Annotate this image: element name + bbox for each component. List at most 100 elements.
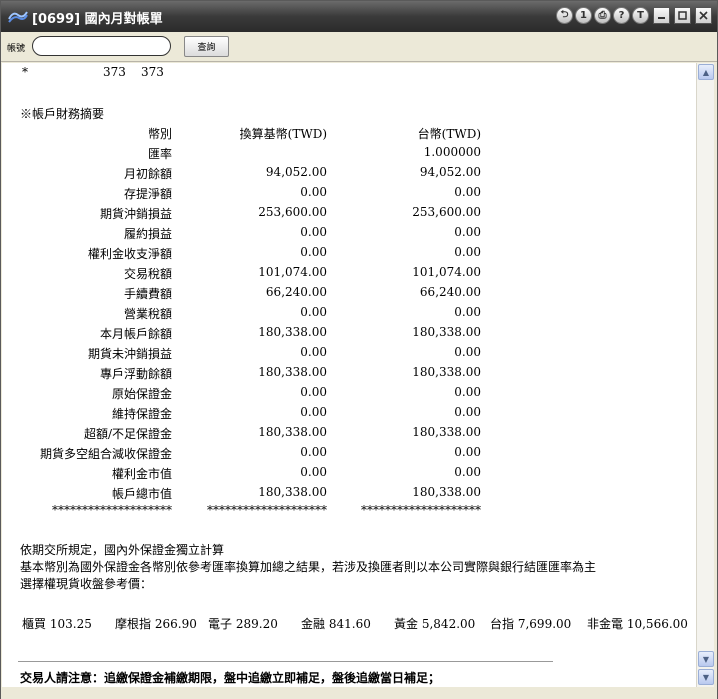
- query-button[interactable]: 查詢: [184, 36, 229, 57]
- summary-separator: ********************: [52, 503, 172, 517]
- scroll-down-arrow-icon[interactable]: ▼: [698, 651, 714, 667]
- summary-row-col1: 0.00: [300, 305, 327, 319]
- summary-row-label: 交易稅額: [123, 267, 172, 281]
- minimize-icon: [658, 17, 665, 19]
- print-icon[interactable]: ⎙: [594, 7, 611, 24]
- top-row-value-2: 373: [141, 65, 164, 79]
- summary-row-col2: 180,338.00: [412, 325, 481, 339]
- summary-row-col1: 0.00: [300, 345, 327, 359]
- summary-row-label: 帳戶總市值: [111, 487, 172, 501]
- close-button[interactable]: [695, 7, 712, 24]
- summary-row-label: 存提淨額: [123, 187, 172, 201]
- summary-row-col1: 180,338.00: [258, 425, 327, 439]
- statement-content[interactable]: * 373 373 ※帳戶財務摘要 幣別 換算基幣(TWD) 台幣(TWD) 匯率 1.…: [2, 63, 696, 687]
- reference-price-value: 10,566.00: [626, 617, 688, 631]
- window-title: [0699] 國內月對帳單: [32, 12, 163, 27]
- summary-header-label: 幣別: [147, 127, 172, 141]
- account-input[interactable]: [32, 36, 171, 56]
- reference-price-item: 非金電 10,566.00: [587, 615, 688, 632]
- summary-header-col1: 換算基幣(TWD): [239, 127, 327, 141]
- summary-row-col2: 0.00: [454, 245, 481, 259]
- summary-row-col2: 0.00: [454, 225, 481, 239]
- reference-price-name: 黃金: [394, 617, 419, 631]
- reference-price-value: 5,842.00: [421, 617, 476, 631]
- summary-row-label: 原始保證金: [111, 387, 172, 401]
- scroll-down-end-icon[interactable]: ▼: [698, 669, 714, 685]
- reference-price-value: 7,699.00: [517, 617, 572, 631]
- maximize-button[interactable]: [674, 7, 691, 24]
- summary-row-col2: 1.000000: [423, 145, 481, 159]
- summary-row-col2: 180,338.00: [412, 425, 481, 439]
- summary-header-col2: 台幣(TWD): [417, 127, 481, 141]
- scroll-up-arrow-icon[interactable]: ▲: [698, 64, 714, 80]
- reference-price-name: 非金電: [587, 617, 624, 631]
- summary-row-col2: 0.00: [454, 345, 481, 359]
- summary-row-label: 手續費額: [123, 287, 172, 301]
- summary-row-col1: 180,338.00: [258, 485, 327, 499]
- reference-price-item: 摩根指 266.90: [115, 615, 197, 632]
- minimize-button[interactable]: [653, 7, 670, 24]
- summary-row-label: 維持保證金: [111, 407, 172, 421]
- maximize-icon: [678, 11, 687, 20]
- summary-row-col1: 0.00: [300, 225, 327, 239]
- summary-row-col1: 94,052.00: [265, 165, 327, 179]
- help-icon[interactable]: ?: [613, 7, 630, 24]
- reference-price-name: 櫃買: [22, 617, 47, 631]
- summary-row-col1: 0.00: [300, 185, 327, 199]
- vertical-scrollbar[interactable]: ▲ ▼ ▼: [696, 63, 714, 687]
- account-label: 帳號: [7, 44, 26, 54]
- summary-row-label: 匯率: [147, 147, 172, 161]
- summary-row-col2: 0.00: [454, 405, 481, 419]
- toolbar: 帳號 查詢: [1, 32, 717, 62]
- reference-price-item: 台指 7,699.00: [490, 615, 571, 632]
- title-bar[interactable]: [0699] 國內月對帳單 ⮌ 1 ⎙ ? T: [1, 1, 717, 32]
- summary-section-title: ※帳戶財務摘要: [20, 107, 105, 121]
- summary-row-col2: 0.00: [454, 445, 481, 459]
- info-icon[interactable]: 1: [575, 7, 592, 24]
- summary-row-col2: 66,240.00: [419, 285, 481, 299]
- reference-price-value: 841.60: [328, 617, 371, 631]
- title-button-group: ⮌ 1 ⎙ ? T: [556, 7, 712, 24]
- summary-row-label: 超額/不足保證金: [83, 427, 172, 441]
- summary-row-col1: 180,338.00: [258, 325, 327, 339]
- summary-row-label: 期貨未沖銷損益: [87, 347, 172, 361]
- summary-row-col2: 0.00: [454, 385, 481, 399]
- back-icon[interactable]: ⮌: [556, 7, 573, 24]
- summary-row-label: 本月帳戶餘額: [99, 327, 172, 341]
- summary-row-label: 專戶浮動餘額: [99, 367, 172, 381]
- footer-notice: 交易人請注意：追繳保證金補繳期限，盤中追繳立即補足，盤後追繳當日補足；: [20, 671, 441, 685]
- summary-row-col1: 0.00: [300, 465, 327, 479]
- reference-price-item: 黃金 5,842.00: [394, 615, 475, 632]
- summary-row-col1: 0.00: [300, 245, 327, 259]
- summary-row-col2: 0.00: [454, 305, 481, 319]
- summary-row-col2: 101,074.00: [412, 265, 481, 279]
- topmost-icon[interactable]: T: [632, 7, 649, 24]
- status-bar: [1, 687, 717, 699]
- summary-row-col1: 253,600.00: [258, 205, 327, 219]
- note-line: 選擇權現貨收盤參考價：: [20, 577, 153, 591]
- summary-row-col1: 0.00: [300, 405, 327, 419]
- close-icon: [699, 11, 708, 20]
- reference-price-item: 電子 289.20: [208, 615, 278, 632]
- summary-row-col2: 0.00: [454, 465, 481, 479]
- summary-row-col1: 66,240.00: [265, 285, 327, 299]
- reference-price-name: 摩根指: [115, 617, 152, 631]
- reference-price-name: 電子: [208, 617, 233, 631]
- summary-row-label: 營業稅額: [123, 307, 172, 321]
- reference-price-item: 櫃買 103.25: [22, 615, 92, 632]
- summary-row-label: 月初餘額: [123, 167, 172, 181]
- summary-row-label: 權利金市值: [111, 467, 172, 481]
- summary-row-col2: 0.00: [454, 185, 481, 199]
- summary-row-col1: 180,338.00: [258, 365, 327, 379]
- summary-row-col1: 0.00: [300, 445, 327, 459]
- top-row-mark: *: [22, 65, 28, 79]
- top-row-value-1: 373: [103, 65, 126, 79]
- summary-row-label: 履約損益: [123, 227, 172, 241]
- reference-price-name: 台指: [490, 617, 515, 631]
- reference-price-value: 266.90: [154, 617, 197, 631]
- summary-row-col2: 180,338.00: [412, 485, 481, 499]
- summary-row-label: 期貨多空組合減收保證金: [39, 447, 172, 461]
- note-line: 依期交所規定，國內外保證金獨立計算: [20, 543, 225, 557]
- app-logo-icon: [8, 11, 28, 23]
- summary-row-label: 權利金收支淨額: [87, 247, 172, 261]
